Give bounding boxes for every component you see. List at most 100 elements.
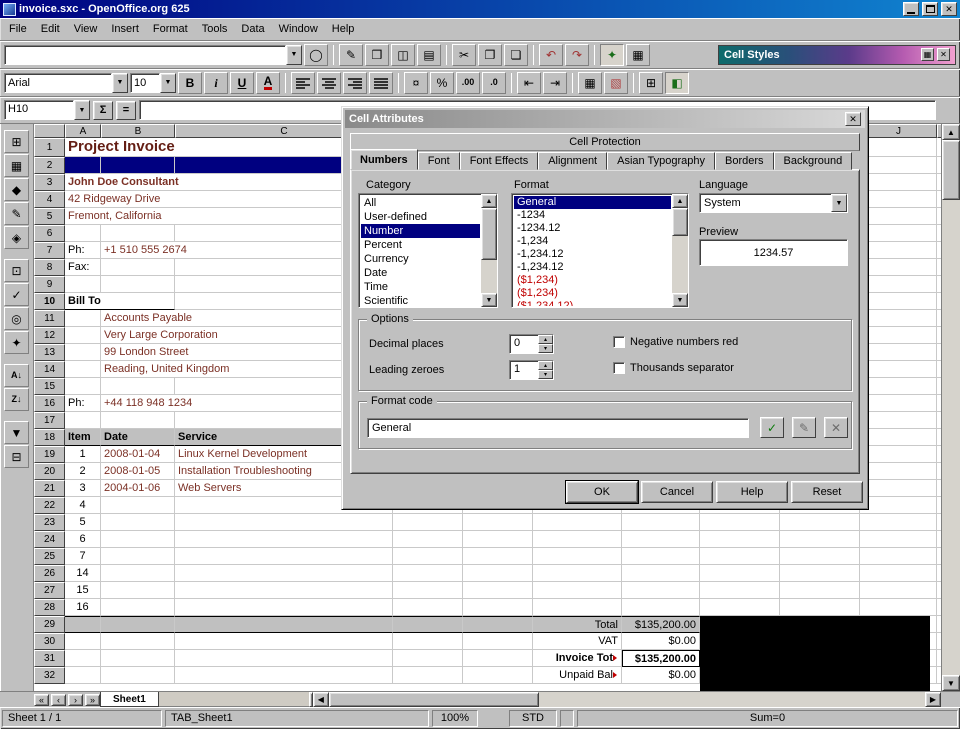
cell[interactable] bbox=[780, 565, 860, 582]
cell[interactable] bbox=[463, 582, 533, 599]
row-header-13[interactable]: 13 bbox=[34, 344, 65, 361]
cell[interactable] bbox=[622, 548, 700, 565]
navigator-toggle-icon[interactable]: ✦ bbox=[4, 331, 29, 354]
cell[interactable] bbox=[175, 650, 393, 667]
redo-icon[interactable]: ↷ bbox=[565, 44, 589, 66]
cell[interactable] bbox=[101, 531, 175, 548]
menu-window[interactable]: Window bbox=[272, 20, 325, 38]
cell[interactable] bbox=[780, 599, 860, 616]
cell[interactable] bbox=[700, 548, 780, 565]
find-replace-icon[interactable]: ◎ bbox=[4, 307, 29, 330]
language-select[interactable]: System ▼ bbox=[699, 193, 848, 213]
cell-reference-value[interactable]: H10 bbox=[4, 100, 74, 120]
format-listbox[interactable]: General-1234-1234.12-1,234-1,234.12-1,23… bbox=[511, 193, 689, 308]
cell[interactable] bbox=[175, 531, 393, 548]
cell[interactable] bbox=[101, 157, 175, 174]
cell[interactable] bbox=[937, 429, 941, 446]
horizontal-scroll-thumb[interactable] bbox=[329, 692, 539, 707]
list-item[interactable]: Scientific bbox=[361, 294, 480, 306]
cell[interactable]: Date bbox=[101, 429, 175, 446]
cell[interactable] bbox=[622, 531, 700, 548]
cell[interactable] bbox=[533, 599, 622, 616]
list-item[interactable]: Date bbox=[361, 266, 480, 280]
list-item[interactable]: Time bbox=[361, 280, 480, 294]
checkbox-box[interactable] bbox=[613, 336, 625, 348]
group-icon[interactable]: ⊟ bbox=[4, 445, 29, 468]
url-dropdown-icon[interactable]: ▼ bbox=[286, 45, 302, 65]
row-header-11[interactable]: 11 bbox=[34, 310, 65, 327]
cell[interactable] bbox=[937, 599, 941, 616]
cell[interactable] bbox=[393, 667, 463, 684]
cell[interactable] bbox=[65, 361, 101, 378]
cell[interactable] bbox=[101, 565, 175, 582]
cell[interactable] bbox=[463, 565, 533, 582]
row-header-29[interactable]: 29 bbox=[34, 616, 65, 633]
cell[interactable] bbox=[937, 582, 941, 599]
maximize-button[interactable] bbox=[922, 2, 938, 16]
list-item[interactable]: -1234 bbox=[514, 209, 671, 222]
minimize-button[interactable] bbox=[903, 2, 919, 16]
print-icon[interactable]: ▤ bbox=[417, 44, 441, 66]
underline-icon[interactable]: U bbox=[230, 72, 254, 94]
number-format-currency-icon[interactable]: ¤ bbox=[404, 72, 428, 94]
cell[interactable] bbox=[937, 191, 941, 208]
cell[interactable] bbox=[860, 480, 937, 497]
cell[interactable] bbox=[175, 565, 393, 582]
cell[interactable] bbox=[937, 395, 941, 412]
row-header-10[interactable]: 10 bbox=[34, 293, 65, 310]
cell[interactable] bbox=[937, 378, 941, 395]
row-header-20[interactable]: 20 bbox=[34, 463, 65, 480]
edit-comment-button[interactable]: ✎ bbox=[792, 417, 816, 438]
row-header-18[interactable]: 18 bbox=[34, 429, 65, 446]
insert-object-icon[interactable]: ◆ bbox=[4, 178, 29, 201]
cell[interactable] bbox=[860, 582, 937, 599]
copy-icon[interactable]: ❐ bbox=[478, 44, 502, 66]
tab-asian-typography[interactable]: Asian Typography bbox=[607, 152, 715, 170]
cell[interactable] bbox=[65, 310, 101, 327]
stylist-toggle-icon[interactable]: ◧ bbox=[665, 72, 689, 94]
navigator-icon[interactable]: ✦ bbox=[600, 44, 624, 66]
cell[interactable] bbox=[937, 344, 941, 361]
cell[interactable] bbox=[65, 633, 101, 650]
list-item[interactable]: -1,234.12 bbox=[514, 248, 671, 261]
cell[interactable]: 2 bbox=[65, 463, 101, 480]
tab-font-effects[interactable]: Font Effects bbox=[460, 152, 539, 170]
cell[interactable] bbox=[101, 412, 175, 429]
list-item[interactable]: -1,234.12 bbox=[514, 261, 671, 274]
cell[interactable] bbox=[393, 616, 463, 633]
cell[interactable] bbox=[860, 446, 937, 463]
list-item[interactable]: Number bbox=[361, 224, 480, 238]
cell[interactable] bbox=[937, 327, 941, 344]
cell[interactable] bbox=[65, 412, 101, 429]
tab-alignment[interactable]: Alignment bbox=[538, 152, 607, 170]
cell[interactable] bbox=[463, 616, 533, 633]
list-item[interactable]: ($1,234) bbox=[514, 274, 671, 287]
font-size-dropdown-icon[interactable]: ▼ bbox=[160, 73, 176, 93]
function-button[interactable]: = bbox=[116, 101, 136, 120]
cell[interactable] bbox=[533, 531, 622, 548]
row-header-24[interactable]: 24 bbox=[34, 531, 65, 548]
open-icon[interactable]: ❒ bbox=[365, 44, 389, 66]
cell[interactable] bbox=[622, 565, 700, 582]
cut-icon[interactable]: ✂ bbox=[452, 44, 476, 66]
cell[interactable] bbox=[860, 548, 937, 565]
cell[interactable] bbox=[937, 225, 941, 242]
cell[interactable] bbox=[780, 548, 860, 565]
cell[interactable] bbox=[463, 633, 533, 650]
cell[interactable] bbox=[937, 242, 941, 259]
sort-descending-icon[interactable]: Z↓ bbox=[4, 388, 29, 411]
cell[interactable] bbox=[860, 395, 937, 412]
cell[interactable]: 7 bbox=[65, 548, 101, 565]
cell[interactable] bbox=[860, 599, 937, 616]
cell[interactable] bbox=[65, 650, 101, 667]
cell-reference-box[interactable]: H10 ▼ bbox=[4, 100, 90, 120]
cell[interactable] bbox=[65, 344, 101, 361]
cell[interactable] bbox=[463, 599, 533, 616]
cell[interactable] bbox=[860, 361, 937, 378]
row-header-2[interactable]: 2 bbox=[34, 157, 65, 174]
cell[interactable] bbox=[937, 138, 941, 157]
scroll-right-icon[interactable]: ▶ bbox=[925, 692, 941, 707]
cell[interactable] bbox=[101, 667, 175, 684]
cell[interactable] bbox=[463, 531, 533, 548]
row-header-7[interactable]: 7 bbox=[34, 242, 65, 259]
